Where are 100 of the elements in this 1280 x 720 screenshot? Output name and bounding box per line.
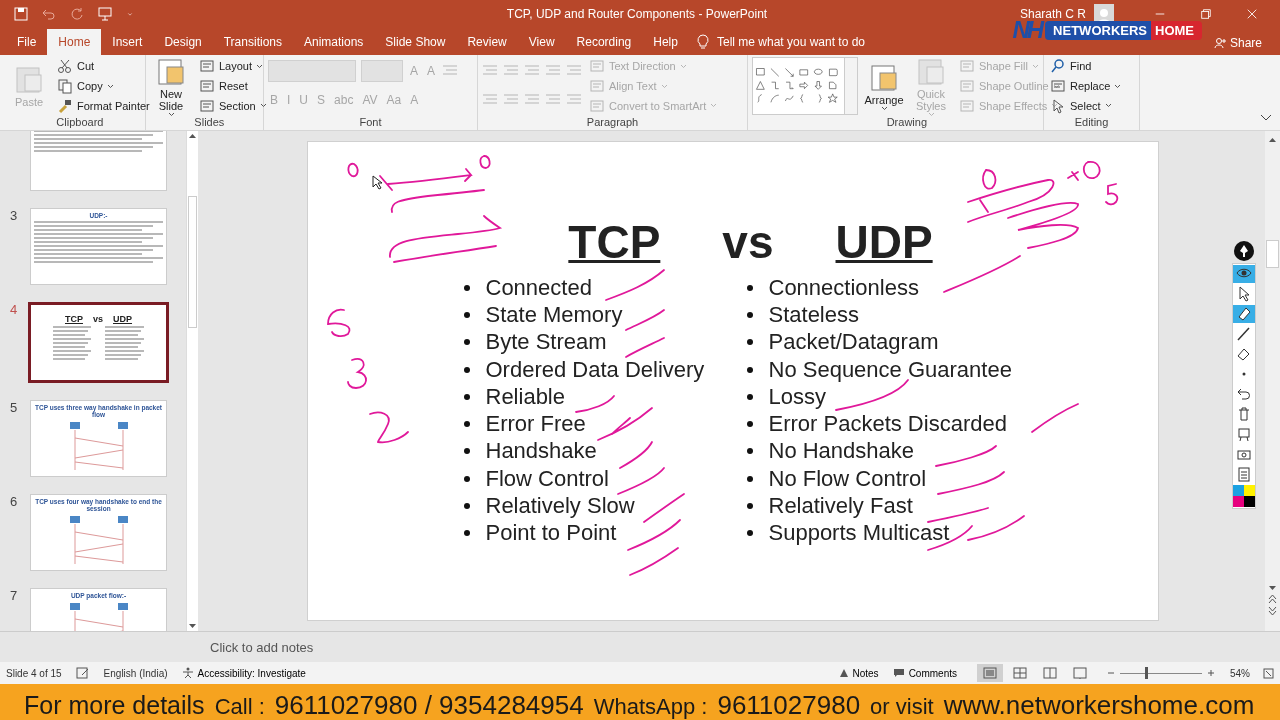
notes-placeholder[interactable]: Click to add notes [210, 639, 314, 655]
command-icon [13, 64, 45, 96]
zoom-in-icon[interactable] [1207, 669, 1215, 677]
bullet-icon [463, 448, 470, 455]
restore-icon[interactable] [1200, 7, 1212, 20]
collapse-ribbon-icon[interactable] [1260, 114, 1272, 122]
scroll-down-icon[interactable] [1267, 583, 1278, 593]
bullet-icon [463, 530, 470, 537]
ribbon-large-button[interactable]: New Slide [150, 55, 192, 117]
slide-number: 4 [9, 302, 19, 317]
ribbon-tab[interactable]: Help [642, 29, 689, 55]
tcp-feature: Ordered Data Delivery [485, 356, 705, 383]
slide-thumbnail[interactable]: TCP vs UDP [28, 302, 169, 383]
bullet-icon [463, 503, 470, 509]
view-button[interactable] [977, 664, 1003, 682]
banner-text: For more details [24, 691, 205, 720]
shape-gallery[interactable] [752, 57, 858, 115]
save-icon[interactable] [14, 6, 28, 21]
tell-me-search[interactable]: Tell me what you want to do [716, 35, 866, 49]
command-icon [1050, 97, 1066, 114]
pen-icon [1235, 325, 1253, 343]
tcp-feature: Handshake [485, 438, 597, 465]
ribbon-tab[interactable]: Insert [101, 29, 154, 55]
command-icon [1050, 78, 1066, 94]
bullet-icon [463, 284, 470, 291]
ribbon-tab[interactable]: Recording [565, 29, 643, 55]
clipboard-icon [1235, 465, 1253, 483]
close-icon[interactable] [1246, 7, 1258, 20]
udp-feature: Connectionless [768, 274, 919, 301]
ribbon-tab[interactable]: Home [47, 29, 102, 55]
language-status[interactable]: English (India) [103, 667, 168, 679]
ribbon-tab[interactable]: Transitions [212, 29, 293, 55]
color-swatch[interactable] [1233, 496, 1244, 507]
udp-feature: No Handshake [768, 438, 915, 465]
udp-feature: Stateless [768, 301, 859, 328]
annotation-tool-button[interactable] [1233, 305, 1255, 323]
notes-button[interactable]: Notes [838, 667, 879, 679]
ribbon-large-button[interactable]: Arrange [863, 61, 905, 111]
bullet-icon [746, 503, 753, 509]
banner-text: WhatsApp : [593, 694, 708, 720]
view-icon [983, 667, 997, 679]
command-icon [57, 97, 73, 114]
tcp-feature: Connected [485, 274, 592, 301]
ribbon-tab[interactable]: View [517, 29, 566, 55]
share-button[interactable]: Share [1213, 34, 1262, 52]
next-slide-icon[interactable] [1267, 605, 1278, 617]
slide-number: 5 [9, 400, 19, 415]
group-label: Paragraph [586, 115, 639, 130]
ribbon-tab[interactable]: Animations [293, 29, 375, 55]
group-label: Slides [194, 115, 225, 130]
bullet-icon [746, 339, 753, 346]
ribbon-button[interactable]: Format Painter [55, 96, 152, 115]
ribbon-tab[interactable]: Design [153, 29, 213, 55]
view-icon [1073, 667, 1087, 679]
previous-slide-icon[interactable] [1267, 593, 1278, 605]
bullet-icon [746, 530, 753, 537]
command-icon [57, 58, 73, 75]
color-swatch[interactable] [1244, 485, 1255, 496]
spelling-icon[interactable] [75, 667, 90, 679]
ribbon-tab[interactable]: File [6, 29, 48, 55]
zoom-slider-thumb[interactable] [1144, 667, 1148, 679]
ribbon-button[interactable]: Copy [55, 76, 152, 96]
accessibility-status[interactable]: Accessibility: Investigate [181, 667, 306, 679]
udp-feature: No Sequence Guarantee [768, 356, 1012, 383]
color-swatch[interactable] [1233, 485, 1244, 496]
redo-icon[interactable] [70, 6, 84, 21]
bullet-icon [463, 366, 470, 373]
scrollbar-thumb[interactable] [1266, 240, 1279, 268]
view-icon [1043, 667, 1057, 679]
slide-number: 3 [9, 208, 19, 223]
ribbon-button[interactable]: Layout [197, 57, 269, 76]
color-swatch[interactable] [1244, 496, 1255, 507]
presentation-icon[interactable] [98, 6, 112, 21]
ribbon-tab[interactable]: Slide Show [374, 29, 457, 55]
slide-thumbnail[interactable] [30, 131, 167, 191]
ribbon-button[interactable]: Section [197, 96, 269, 115]
udp-feature: Relatively Fast [768, 493, 913, 519]
ribbon-button[interactable]: Cut [55, 57, 152, 76]
scrollbar-thumb[interactable] [188, 196, 197, 328]
networkers-home-logo: NH NETWORKERS HOME [1012, 19, 1202, 41]
slide-heading: UDP [835, 215, 933, 270]
comments-button[interactable]: Comments [892, 667, 957, 679]
zoom-level[interactable]: 54% [1230, 667, 1250, 679]
bullet-icon [463, 393, 470, 400]
annotation-tool-button[interactable] [1233, 265, 1255, 283]
fit-slide-icon[interactable] [1263, 667, 1274, 679]
tcp-feature: Error Free [485, 411, 586, 438]
command-icon [959, 97, 975, 114]
udp-feature: Lossy [768, 383, 826, 410]
bullet-icon [746, 421, 753, 428]
bullet-icon [746, 366, 753, 373]
scroll-up-icon[interactable] [1267, 135, 1278, 145]
bullet-icon [746, 284, 753, 291]
command-icon [589, 97, 605, 114]
command-icon [959, 78, 975, 94]
ribbon-tab[interactable]: Review [456, 29, 518, 55]
view-icon [1013, 667, 1027, 679]
tcp-feature: Flow Control [485, 465, 609, 492]
ribbon-button[interactable]: Reset [197, 76, 269, 96]
zoom-out-icon[interactable] [1107, 669, 1115, 677]
